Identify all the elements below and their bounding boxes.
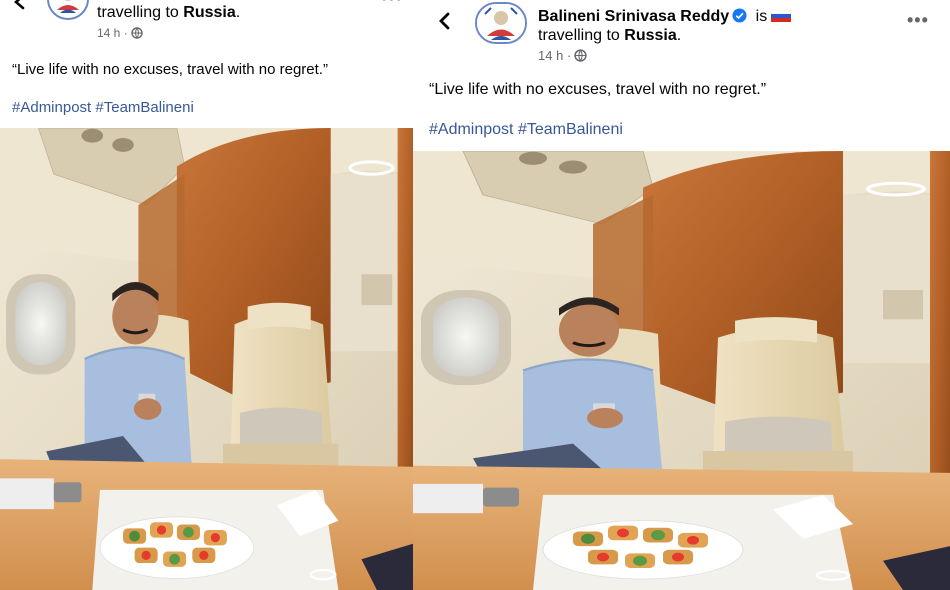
author-avatar[interactable] [475,2,527,44]
hashtag-adminpost[interactable]: #Adminpost [429,121,514,138]
post-card: Balineni Srinivasa Reddy is travelling t… [413,0,950,590]
author-avatar[interactable] [47,0,89,20]
travel-suffix: . [676,27,682,44]
travel-prefix: travelling to [97,4,179,21]
more-options-icon[interactable]: ••• [907,10,929,31]
post-meta: 14 h · [538,48,587,63]
back-arrow-icon[interactable] [437,12,453,30]
travel-activity: travelling to Russia. [538,27,681,45]
post-meta: 14 h · [97,26,143,40]
globe-icon [130,27,143,39]
post-timestamp[interactable]: 14 h · [538,48,571,63]
avatar-image [477,4,525,42]
travel-activity: travelling to Russia. [97,4,240,22]
post-timestamp[interactable]: 14 h · [97,26,128,40]
post-hashtags: #Adminpost #TeamBalineni [12,99,194,116]
post-hashtags: #Adminpost #TeamBalineni [429,121,623,139]
hashtag-teambalineni[interactable]: #TeamBalineni [95,99,193,116]
travel-place-link[interactable]: Russia [624,27,676,44]
russia-flag-icon [771,10,792,22]
hashtag-adminpost[interactable]: #Adminpost [12,99,91,116]
globe-icon [574,49,587,62]
post-caption: “Live life with no excuses, travel with … [429,81,767,98]
travel-prefix: travelling to [538,27,620,44]
author-line: Balineni Srinivasa Reddy is [538,7,792,26]
hashtag-teambalineni[interactable]: #TeamBalineni [518,121,623,138]
post-photo[interactable] [0,128,413,590]
status-word: is [755,8,768,25]
post-photo[interactable] [413,151,950,590]
post-caption: “Live life with no excuses, travel with … [12,61,328,78]
cabin-photo [0,128,413,590]
back-arrow-icon[interactable] [12,0,28,10]
avatar-image [49,0,87,18]
travel-suffix: . [235,4,241,21]
more-options-icon[interactable]: ••• [381,0,403,9]
travel-place-link[interactable]: Russia [183,4,235,21]
verified-badge-icon [732,8,747,23]
author-name[interactable]: Balineni Srinivasa Reddy [538,8,729,25]
cabin-photo [413,151,950,590]
post-card-cropped: travelling to Russia. 14 h · ••• “Live l… [0,0,413,590]
